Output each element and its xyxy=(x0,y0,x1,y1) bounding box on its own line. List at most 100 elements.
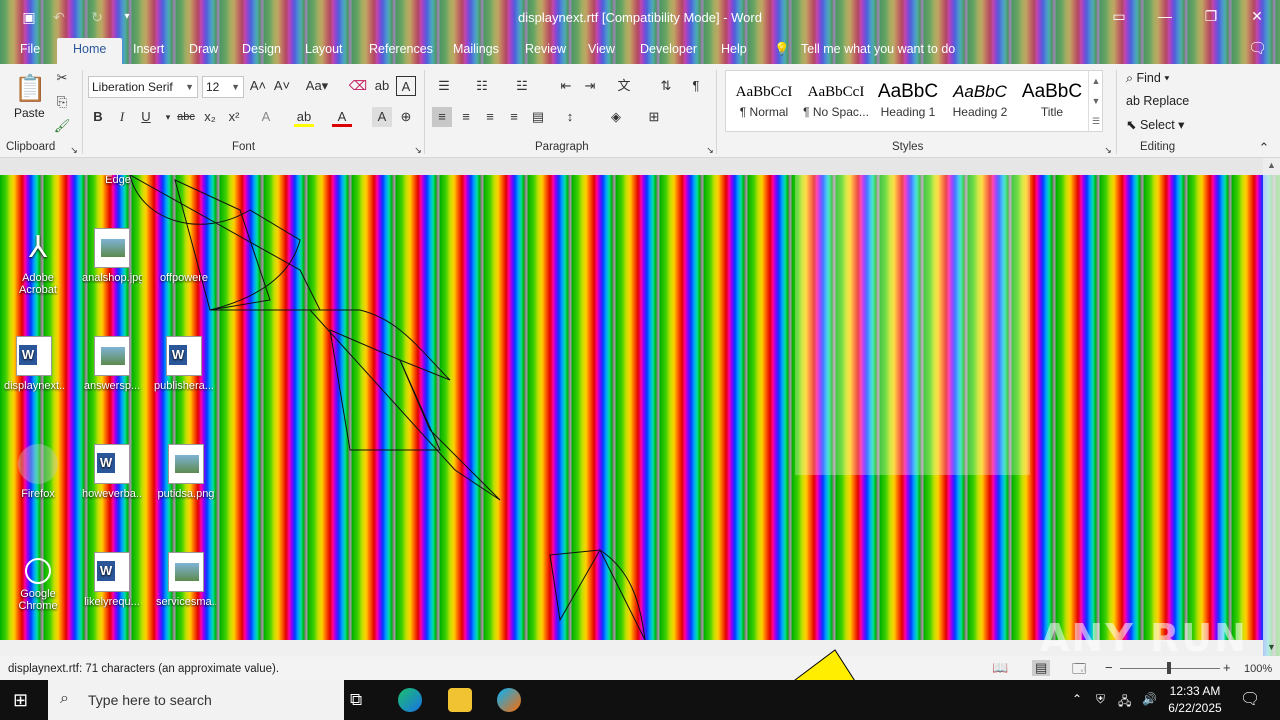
taskbar-clock[interactable]: 12:33 AM 6/22/2025 xyxy=(1160,683,1230,717)
replace-button[interactable]: ab Replace xyxy=(1126,94,1189,108)
select-button[interactable]: ⬉ Select ▾ xyxy=(1126,117,1184,132)
bullets-icon[interactable]: ☰ xyxy=(434,76,454,96)
paste-icon[interactable]: 📋 xyxy=(14,70,46,106)
style-no-spacing[interactable]: AaBbCcI ¶ No Spac... xyxy=(800,77,872,129)
style-heading-1[interactable]: AaBbC Heading 1 xyxy=(872,77,944,129)
superscript-icon[interactable]: x² xyxy=(224,107,244,127)
notifications-icon[interactable]: 🗨 xyxy=(1240,689,1260,709)
collapse-ribbon-icon[interactable]: ⌃ xyxy=(1254,138,1274,158)
font-name-combo[interactable]: Liberation Serif ▼ xyxy=(88,76,198,98)
chevron-down-icon[interactable]: ▾ xyxy=(158,107,178,127)
bold-icon[interactable]: B xyxy=(88,107,108,127)
tab-design[interactable]: Design xyxy=(242,42,281,56)
tab-review[interactable]: Review xyxy=(525,42,566,56)
align-left-icon[interactable]: ≡ xyxy=(432,107,452,127)
volume-icon[interactable]: 🔊 xyxy=(1142,692,1157,706)
show-hidden-icons-icon[interactable]: ⌃ xyxy=(1072,692,1082,706)
font-size-combo[interactable]: 12 ▼ xyxy=(202,76,244,98)
decrease-indent-icon[interactable]: ⇤ xyxy=(556,76,576,96)
numbering-icon[interactable]: ☷ xyxy=(472,76,492,96)
dialog-launcher-icon[interactable]: ↘ xyxy=(64,140,84,160)
network-icon[interactable]: 🖧 xyxy=(1118,692,1131,713)
scroll-up-icon[interactable]: ▲ xyxy=(1267,160,1276,170)
phonetic-guide-icon[interactable]: ab xyxy=(372,76,392,96)
copy-icon[interactable]: ⎘ xyxy=(52,92,72,112)
shading-icon[interactable]: ◈ xyxy=(606,107,626,127)
borders-icon[interactable]: ⊞ xyxy=(644,107,664,127)
shrink-font-icon[interactable]: A˅ xyxy=(272,76,292,96)
vertical-scrollbar[interactable]: ▲ ▼ xyxy=(1263,158,1280,656)
format-painter-icon[interactable]: 🖌 xyxy=(52,116,72,136)
file-explorer-icon[interactable] xyxy=(448,688,472,712)
show-formatting-marks-icon[interactable]: ¶ xyxy=(686,76,706,96)
tab-home[interactable]: Home xyxy=(57,38,123,64)
asian-layout-icon[interactable]: 文 xyxy=(614,76,634,96)
character-border-icon[interactable]: A xyxy=(396,76,416,96)
dialog-launcher-icon[interactable]: ↘ xyxy=(408,140,428,160)
tab-help[interactable]: Help xyxy=(721,42,747,56)
task-view-icon[interactable]: ⧉ xyxy=(350,690,362,710)
tab-developer[interactable]: Developer xyxy=(640,42,697,56)
distributed-icon[interactable]: ▤ xyxy=(528,107,548,127)
subscript-icon[interactable]: x₂ xyxy=(200,107,220,127)
increase-indent-icon[interactable]: ⇥ xyxy=(580,76,600,96)
tab-file[interactable]: File xyxy=(20,42,40,56)
clear-formatting-icon[interactable]: ⌫ xyxy=(348,76,368,96)
tab-draw[interactable]: Draw xyxy=(189,42,218,56)
print-layout-icon[interactable]: ▤ xyxy=(1032,660,1051,676)
font-color-icon[interactable]: A xyxy=(332,107,352,127)
style-title[interactable]: AaBbC Title xyxy=(1016,77,1088,129)
edge-icon[interactable] xyxy=(398,688,422,712)
text-effects-icon[interactable]: A xyxy=(256,107,276,127)
cut-icon[interactable]: ✂ xyxy=(52,68,72,88)
zoom-out-button[interactable]: − xyxy=(1105,660,1113,675)
change-case-icon[interactable]: Aa▾ xyxy=(302,76,332,96)
comments-icon[interactable]: 🗨 xyxy=(1248,39,1267,57)
firefox-icon[interactable] xyxy=(497,688,521,712)
grow-font-icon[interactable]: A˄ xyxy=(248,76,268,96)
strikethrough-icon[interactable]: abc xyxy=(176,107,196,127)
clipboard-group-label: Clipboard xyxy=(6,141,56,153)
paste-button[interactable]: Paste xyxy=(14,106,45,120)
italic-icon[interactable]: I xyxy=(112,107,132,127)
sort-icon[interactable]: ⇅ xyxy=(656,76,676,96)
windows-start-icon[interactable]: ⊞ xyxy=(13,690,28,711)
zoom-slider-thumb[interactable] xyxy=(1167,662,1171,674)
underline-icon[interactable]: U xyxy=(136,107,156,127)
align-right-icon[interactable]: ≡ xyxy=(480,107,500,127)
tab-layout[interactable]: Layout xyxy=(305,42,343,56)
character-shading-icon[interactable]: A xyxy=(372,107,392,127)
scroll-down-icon[interactable]: ▼ xyxy=(1267,642,1276,652)
clock-date: 6/22/2025 xyxy=(1168,701,1222,715)
dialog-launcher-icon[interactable]: ↘ xyxy=(1098,140,1118,160)
tab-view[interactable]: View xyxy=(588,42,615,56)
tab-references[interactable]: References xyxy=(369,42,433,56)
zoom-level[interactable]: 100% xyxy=(1244,663,1272,675)
style-preview: AaBbC xyxy=(1021,81,1083,102)
line-spacing-icon[interactable]: ↕ xyxy=(560,107,580,127)
align-center-icon[interactable]: ≡ xyxy=(456,107,476,127)
maximize-button[interactable]: ❐ xyxy=(1196,4,1226,28)
highlight-color-icon[interactable]: ab xyxy=(294,107,314,127)
justify-icon[interactable]: ≡ xyxy=(504,107,524,127)
read-mode-icon[interactable]: 📖 xyxy=(992,660,1008,676)
tab-insert[interactable]: Insert xyxy=(133,42,164,56)
enclose-characters-icon[interactable]: ⊕ xyxy=(396,107,416,127)
find-button[interactable]: ⌕ Find ▾ xyxy=(1126,71,1170,86)
dialog-launcher-icon[interactable]: ↘ xyxy=(700,140,720,160)
multilevel-list-icon[interactable]: ☳ xyxy=(512,76,532,96)
styles-scroll[interactable]: ▲ ▼ ☰ xyxy=(1088,71,1103,131)
taskbar-search-box[interactable]: ⌕ Type here to search xyxy=(48,680,344,720)
web-layout-icon[interactable]: 🗔 xyxy=(1072,660,1086,682)
group-divider xyxy=(1116,70,1117,154)
tab-mailings[interactable]: Mailings xyxy=(453,42,499,56)
ribbon: 📋 Paste ✂ ⎘ 🖌 Clipboard ↘ Liberation Ser… xyxy=(0,64,1280,158)
ribbon-display-options-icon[interactable]: ▭ xyxy=(1104,4,1134,28)
style-heading-2[interactable]: AaBbC Heading 2 xyxy=(944,77,1016,129)
zoom-in-button[interactable]: + xyxy=(1223,660,1231,675)
style-normal[interactable]: AaBbCcI ¶ Normal xyxy=(728,77,800,129)
tell-me-search[interactable]: Tell me what you want to do xyxy=(801,42,955,56)
security-icon[interactable]: ⛨ xyxy=(1096,692,1105,707)
close-button[interactable]: ✕ xyxy=(1242,4,1272,28)
minimize-button[interactable]: — xyxy=(1150,4,1180,28)
